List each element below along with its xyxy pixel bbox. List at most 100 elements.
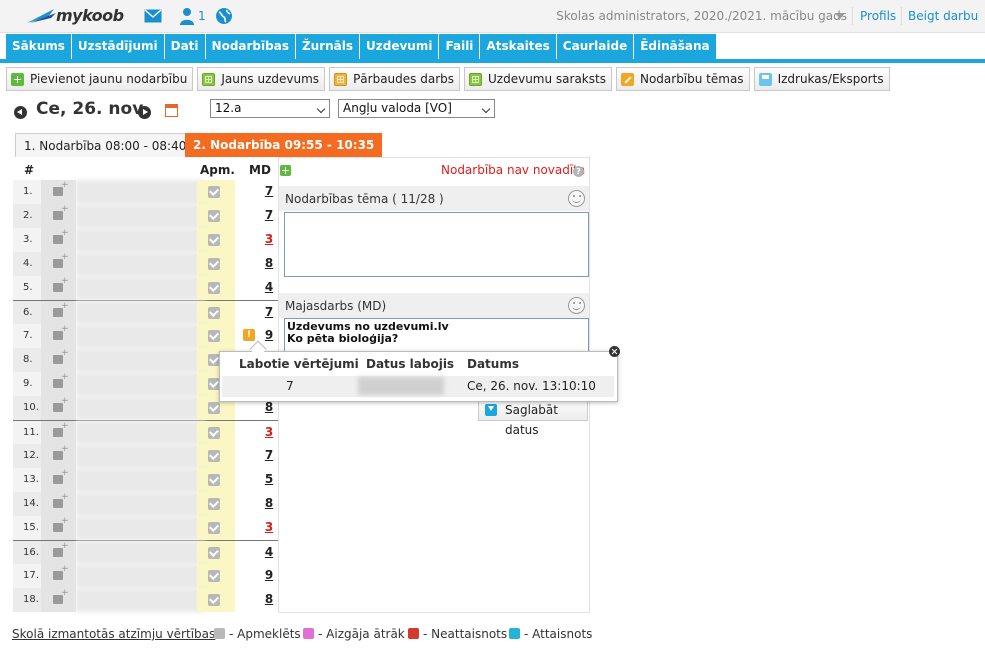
logout-link[interactable]: Beigt darbu <box>908 9 978 23</box>
nav-uzstadijumi[interactable]: Uzstādījumi <box>72 34 165 59</box>
add-note-icon[interactable] <box>41 180 76 204</box>
nav-caurlaide[interactable]: Caurlaide <box>557 34 635 59</box>
homework-grade-cell[interactable]: 3 <box>235 421 278 444</box>
nav-nodarbibas[interactable]: Nodarbības <box>206 34 296 59</box>
attendance-checkbox[interactable] <box>208 547 220 559</box>
homework-grade-cell[interactable]: 7 <box>235 301 278 324</box>
nav-uzdevumi[interactable]: Uzdevumi <box>360 34 440 59</box>
homework-grade-cell[interactable]: 9 <box>235 564 278 588</box>
attendance-checkbox[interactable] <box>208 522 220 534</box>
add-note-icon[interactable] <box>41 348 76 372</box>
add-note-icon[interactable] <box>41 301 76 324</box>
role-selector[interactable]: Skolas administrators, 2020./2021. mācīb… <box>556 9 847 23</box>
attendance-checkbox[interactable] <box>208 258 220 270</box>
add-column-icon[interactable] <box>280 165 291 176</box>
new-task-button[interactable]: Jauns uzdevums <box>197 67 326 91</box>
add-note-icon[interactable] <box>41 468 76 492</box>
calendar-icon[interactable] <box>165 104 178 117</box>
legend-item-unexcused: - Neattaisnots <box>408 627 507 641</box>
attendance-checkbox[interactable] <box>208 594 220 606</box>
add-note-icon[interactable] <box>41 324 76 348</box>
row-number: 9. <box>13 372 41 396</box>
attendance-checkbox[interactable] <box>208 186 220 198</box>
class-select[interactable]: 12.a <box>210 99 330 118</box>
homework-grade-cell[interactable]: 5 <box>235 468 278 492</box>
mail-icon[interactable] <box>144 9 162 23</box>
next-day-icon[interactable] <box>138 106 151 119</box>
student-name-redacted <box>76 180 206 204</box>
globe-icon[interactable] <box>215 7 233 25</box>
add-note-icon[interactable] <box>41 588 76 612</box>
nav-atskaites[interactable]: Atskaites <box>480 34 557 59</box>
save-button[interactable]: Saglabāt datus <box>478 399 588 437</box>
chevron-down-icon[interactable] <box>835 13 845 19</box>
smiley-icon[interactable] <box>568 297 585 314</box>
row-number: 4. <box>13 252 41 276</box>
user-icon[interactable] <box>179 7 195 25</box>
attendance-checkbox[interactable] <box>208 427 220 439</box>
attendance-checkbox[interactable] <box>208 450 220 462</box>
task-list-button[interactable]: Uzdevumu saraksts <box>464 67 612 91</box>
homework-grade-cell[interactable]: 3 <box>235 516 278 540</box>
student-name-redacted <box>76 252 206 276</box>
add-note-icon[interactable] <box>41 421 76 444</box>
homework-grade-cell[interactable]: 8 <box>235 588 278 612</box>
homework-grade-cell[interactable]: 4 <box>235 276 278 300</box>
attendance-checkbox[interactable] <box>208 474 220 486</box>
smiley-icon[interactable] <box>568 190 585 207</box>
homework-grade-cell[interactable]: 7 <box>235 444 278 468</box>
mykoob-logo[interactable]: mykoob <box>26 5 124 27</box>
add-note-icon[interactable] <box>41 516 76 540</box>
add-note-icon[interactable] <box>41 276 76 300</box>
table-row: 2.7 <box>13 204 278 228</box>
student-name-redacted <box>76 492 206 516</box>
nav-dati[interactable]: Dati <box>165 34 206 59</box>
homework-grade-cell[interactable]: 7 <box>235 180 278 204</box>
nav-edinasana[interactable]: Ēdināšana <box>634 34 715 59</box>
homework-textarea[interactable]: Uzdevums no uzdevumi.lv Ko pēta bioloģij… <box>284 318 589 352</box>
add-note-icon[interactable] <box>41 541 76 564</box>
add-lesson-button[interactable]: Pievienot jaunu nodarbību <box>6 67 194 91</box>
homework-grade-cell[interactable]: 8 <box>235 252 278 276</box>
nav-sakums[interactable]: Sākums <box>6 34 72 59</box>
topic-textarea[interactable] <box>284 212 589 277</box>
lesson-topics-button[interactable]: Nodarbību tēmas <box>615 67 750 91</box>
nav-zurnals[interactable]: Žurnāls <box>296 34 361 59</box>
attendance-checkbox[interactable] <box>208 498 220 510</box>
nav-faili[interactable]: Faili <box>439 34 481 59</box>
grade-values-link[interactable]: Skolā izmantotās atzīmju vērtības <box>12 627 215 641</box>
row-number: 7. <box>13 324 41 348</box>
attendance-checkbox[interactable] <box>208 307 220 319</box>
homework-grade-cell[interactable]: 4 <box>235 541 278 564</box>
attendance-checkbox[interactable] <box>208 210 220 222</box>
add-note-icon[interactable] <box>41 444 76 468</box>
legend-excused-icon <box>509 628 520 639</box>
attendance-checkbox[interactable] <box>208 570 220 582</box>
add-note-icon[interactable] <box>41 228 76 252</box>
attendance-checkbox[interactable] <box>208 234 220 246</box>
tab-lesson-1[interactable]: 1. Nodarbība 08:00 - 08:40 <box>15 133 196 157</box>
homework-grade-cell[interactable]: 8 <box>235 492 278 516</box>
help-icon[interactable]: ? <box>573 166 584 177</box>
grade-warning-icon[interactable]: ! <box>243 329 255 341</box>
tab-lesson-2[interactable]: 2. Nodarbība 09:55 - 10:35 <box>185 133 383 157</box>
add-note-icon[interactable] <box>41 372 76 396</box>
table-row: 17.9 <box>13 564 278 588</box>
attendance-checkbox[interactable] <box>208 282 220 294</box>
add-note-icon[interactable] <box>41 396 76 420</box>
homework-grade-cell[interactable]: 7 <box>235 204 278 228</box>
student-name-redacted <box>76 204 206 228</box>
add-note-icon[interactable] <box>41 204 76 228</box>
add-note-icon[interactable] <box>41 564 76 588</box>
close-icon[interactable] <box>609 346 620 357</box>
print-export-button[interactable]: Izdrukas/Eksports <box>753 67 890 91</box>
attendance-checkbox[interactable] <box>208 330 220 342</box>
prev-day-icon[interactable] <box>14 106 27 119</box>
homework-grade-cell[interactable]: 3 <box>235 228 278 252</box>
subject-select[interactable]: Angļu valoda [VO] <box>338 99 495 118</box>
add-note-icon[interactable] <box>41 252 76 276</box>
profile-link[interactable]: Profils <box>860 9 896 23</box>
attendance-checkbox[interactable] <box>208 402 220 414</box>
add-note-icon[interactable] <box>41 492 76 516</box>
test-button[interactable]: Pārbaudes darbs <box>329 67 461 91</box>
